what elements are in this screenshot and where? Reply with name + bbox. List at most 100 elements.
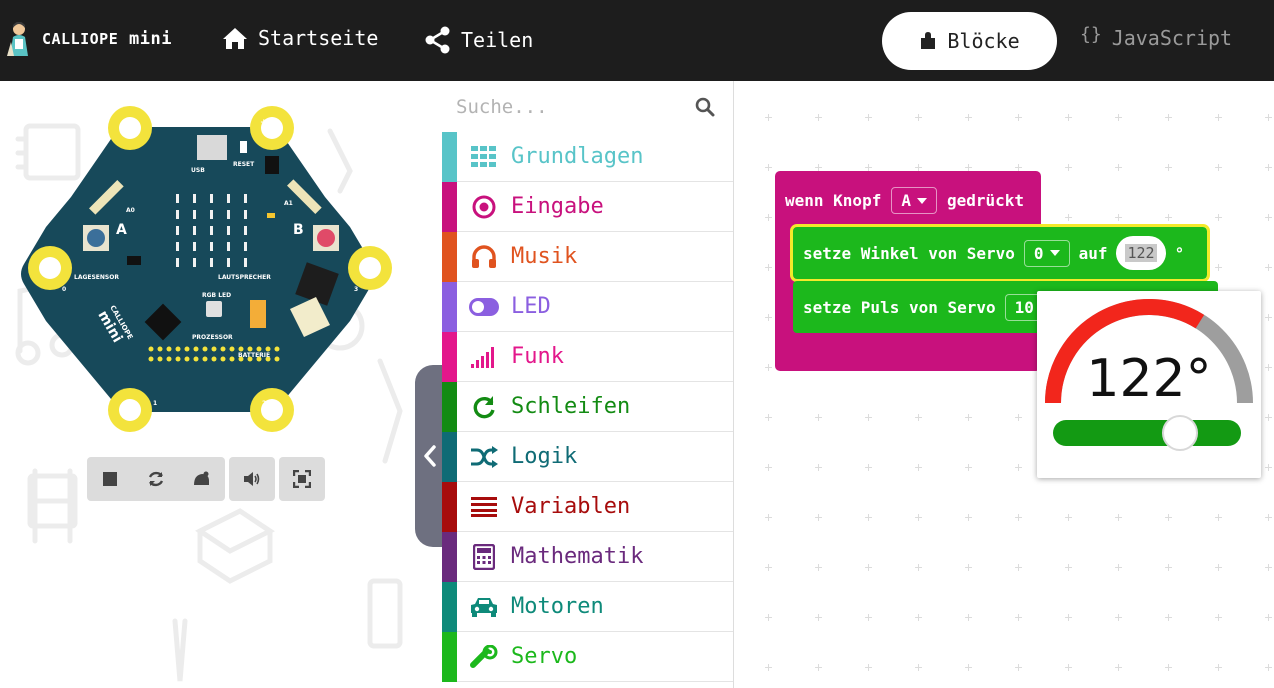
blocks-editor-button[interactable]: Blöcke xyxy=(882,12,1057,70)
pin2-label: 2 xyxy=(262,400,266,407)
category-servo[interactable]: Servo xyxy=(442,631,733,682)
block-toolbox: Grundlagen Eingabe Musik LED Funk S xyxy=(442,81,734,688)
fullscreen-icon xyxy=(293,470,311,488)
workspace-grid-mark xyxy=(765,564,772,571)
workspace-grid-mark xyxy=(1215,114,1222,121)
workspace-grid-mark xyxy=(1115,514,1122,521)
collapse-simulator-button[interactable] xyxy=(415,365,445,547)
workspace-grid-mark xyxy=(915,564,922,571)
workspace-grid-mark xyxy=(765,464,772,471)
category-stripe xyxy=(442,281,457,332)
category-motoren[interactable]: Motoren xyxy=(442,581,733,632)
servo-pulse-value: 10 xyxy=(1014,297,1034,317)
category-funk[interactable]: Funk xyxy=(442,331,733,382)
button-dropdown[interactable]: A xyxy=(891,187,937,214)
workspace-grid-mark xyxy=(1215,514,1222,521)
workspace-grid-mark xyxy=(1065,514,1072,521)
headphones-icon xyxy=(457,244,511,269)
category-label: Mathematik xyxy=(511,544,644,569)
workspace-grid-mark xyxy=(765,414,772,421)
search-icon[interactable] xyxy=(695,97,715,117)
nav-share-link[interactable]: Teilen xyxy=(424,26,533,54)
restart-button[interactable] xyxy=(133,457,179,501)
stop-button[interactable] xyxy=(87,457,133,501)
category-stripe xyxy=(442,231,457,282)
category-stripe xyxy=(442,481,457,532)
button-b[interactable] xyxy=(313,225,339,251)
workspace-grid-mark xyxy=(965,664,972,671)
workspace-grid-mark xyxy=(1115,614,1122,621)
dropdown-arrow-icon xyxy=(916,197,927,204)
toolbox-search xyxy=(442,81,733,131)
workspace-grid-mark xyxy=(965,114,972,121)
category-label: Logik xyxy=(511,444,578,469)
brand-logo[interactable]: CALLIOPE mini xyxy=(4,22,172,56)
pin1-label: 1 xyxy=(153,400,157,407)
pin3-label: 3 xyxy=(354,286,358,293)
audio-controls xyxy=(229,457,275,501)
nav-home-link[interactable]: Startseite xyxy=(221,26,378,50)
category-logik[interactable]: Logik xyxy=(442,431,733,482)
workspace-grid-mark xyxy=(1265,614,1272,621)
slow-mo-icon xyxy=(194,471,209,485)
category-schleifen[interactable]: Schleifen xyxy=(442,381,733,432)
mute-button[interactable] xyxy=(229,457,275,501)
angle-unit: ° xyxy=(1174,243,1185,263)
brand-name: CALLIOPE mini xyxy=(42,29,172,49)
workspace-grid-mark xyxy=(1115,214,1122,221)
workspace-grid-mark xyxy=(965,164,972,171)
workspace-grid-mark xyxy=(1215,264,1222,271)
home-icon xyxy=(223,28,247,49)
javascript-editor-button[interactable]: {} JavaScript xyxy=(1080,24,1232,51)
fullscreen-button[interactable] xyxy=(279,457,325,501)
signal-bars-icon xyxy=(457,346,511,368)
calliope-board[interactable]: - + USB RESET A0 A1 A B LAGESENSOR LAUTS… xyxy=(20,99,400,439)
workspace-grid-mark xyxy=(865,564,872,571)
search-input[interactable] xyxy=(456,93,686,121)
angle-slider-track[interactable] xyxy=(1053,420,1241,446)
calliope-mascot-icon xyxy=(7,22,28,56)
nav-home-label: Startseite xyxy=(258,26,379,50)
category-variablen[interactable]: Variablen xyxy=(442,481,733,532)
workspace-grid-mark xyxy=(1265,214,1272,221)
servo-pulse-prefix: setze Puls von Servo xyxy=(803,297,996,317)
workspace-grid-mark xyxy=(1165,114,1172,121)
workspace-grid-mark xyxy=(1265,364,1272,371)
workspace-grid-mark xyxy=(765,364,772,371)
category-mathematik[interactable]: Mathematik xyxy=(442,531,733,582)
category-grundlagen[interactable]: Grundlagen xyxy=(442,131,733,182)
loop-icon xyxy=(457,395,511,419)
workspace-grid-mark xyxy=(865,414,872,421)
workspace-grid-mark xyxy=(1215,564,1222,571)
workspace-grid-mark xyxy=(1265,664,1272,671)
chevron-left-icon xyxy=(424,445,436,467)
set-servo-angle-block[interactable]: setze Winkel von Servo 0 auf 122 ° xyxy=(790,224,1210,282)
workspace-grid-mark xyxy=(765,614,772,621)
button-a[interactable] xyxy=(83,225,109,251)
workspace-grid-mark xyxy=(865,614,872,621)
workspace-grid-mark xyxy=(1165,214,1172,221)
category-eingabe[interactable]: Eingabe xyxy=(442,181,733,232)
workspace-grid-mark xyxy=(1215,664,1222,671)
calculator-icon xyxy=(457,543,511,570)
workspace-grid-mark xyxy=(815,514,822,521)
workspace-grid-mark xyxy=(965,514,972,521)
category-label: LED xyxy=(511,294,551,319)
workspace-grid-mark xyxy=(915,414,922,421)
category-label: Grundlagen xyxy=(511,144,644,169)
workspace-grid-mark xyxy=(965,564,972,571)
workspace-grid-mark xyxy=(1065,614,1072,621)
category-led[interactable]: LED xyxy=(442,281,733,332)
pin0-label: 0 xyxy=(62,286,66,293)
category-musik[interactable]: Musik xyxy=(442,231,733,282)
workspace-grid-mark xyxy=(1265,314,1272,321)
slow-mo-button[interactable] xyxy=(179,457,225,501)
workspace-grid-mark xyxy=(1115,114,1122,121)
workspace-grid-mark xyxy=(1265,464,1272,471)
category-stripe xyxy=(442,131,457,182)
blocks-workspace[interactable]: wenn Knopf A gedrückt setze Winkel von S… xyxy=(735,81,1274,688)
angle-input[interactable]: 122 xyxy=(1116,236,1166,270)
servo-pin-dropdown[interactable]: 0 xyxy=(1023,239,1070,267)
workspace-grid-mark xyxy=(915,664,922,671)
prozessor-label: PROZESSOR xyxy=(192,334,233,341)
